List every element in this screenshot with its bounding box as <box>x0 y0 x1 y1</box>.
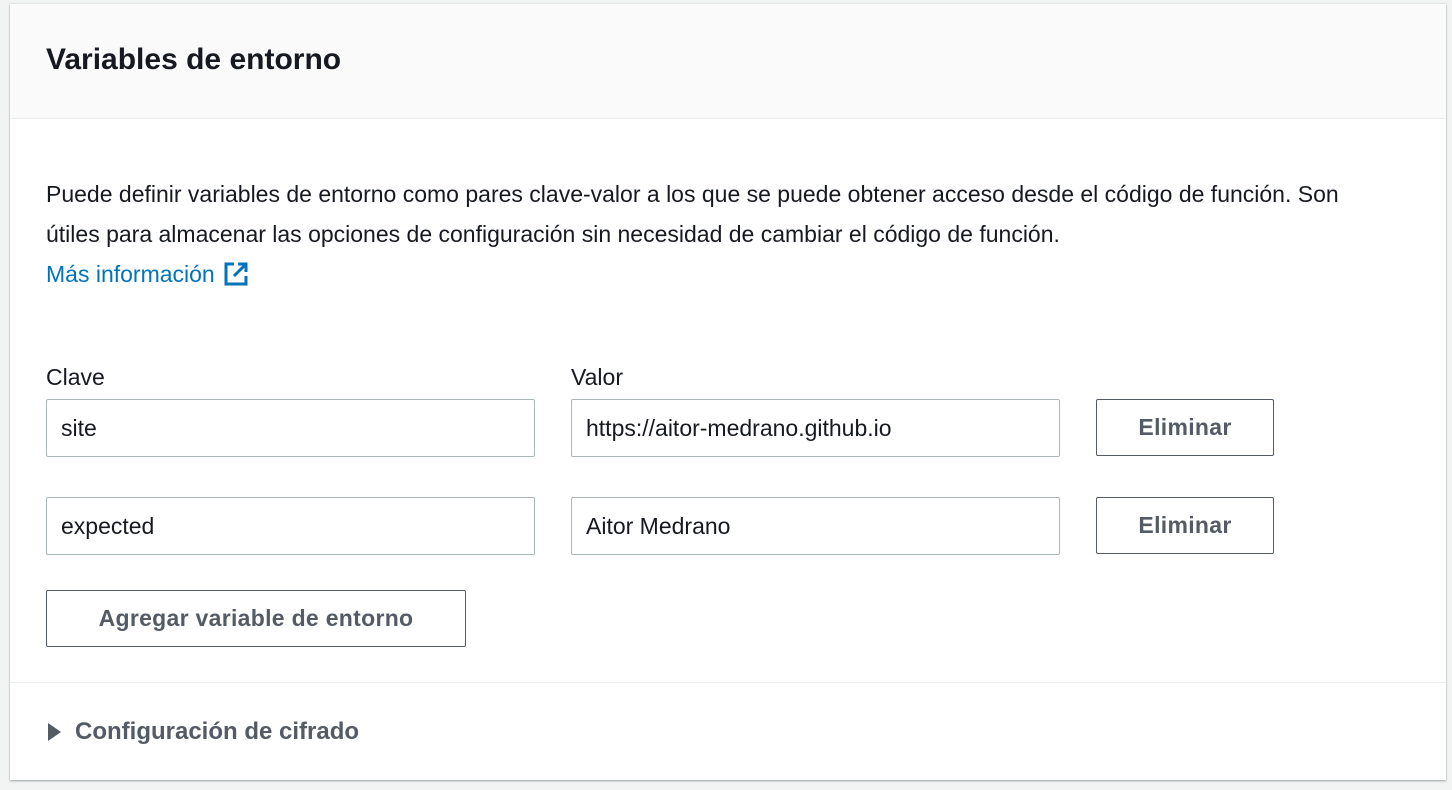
encryption-config-expander[interactable]: Configuración de cifrado <box>48 714 359 750</box>
remove-variable-button-2[interactable]: Eliminar <box>1096 497 1274 554</box>
panel-header: Variables de entorno <box>10 4 1446 119</box>
environment-variables-panel: Variables de entorno Puede definir varia… <box>10 4 1446 780</box>
variable-value-input-1[interactable] <box>571 399 1060 457</box>
learn-more-label: Más información <box>46 261 215 287</box>
value-column-label: Valor <box>571 364 623 390</box>
panel-title: Variables de entorno <box>46 43 342 76</box>
panel-description: Puede definir variables de entorno como … <box>46 181 1339 247</box>
key-column-label: Clave <box>46 364 105 390</box>
encryption-config-label: Configuración de cifrado <box>75 718 360 745</box>
section-divider <box>10 682 1446 683</box>
variable-value-input-2[interactable] <box>571 497 1060 555</box>
external-link-icon <box>224 262 248 286</box>
remove-variable-button-1[interactable]: Eliminar <box>1096 399 1274 456</box>
variable-key-input-1[interactable] <box>46 399 535 457</box>
caret-right-icon <box>48 723 61 741</box>
learn-more-link[interactable]: Más información <box>46 254 249 294</box>
variable-key-input-2[interactable] <box>46 497 535 555</box>
add-environment-variable-button[interactable]: Agregar variable de entorno <box>46 590 466 647</box>
